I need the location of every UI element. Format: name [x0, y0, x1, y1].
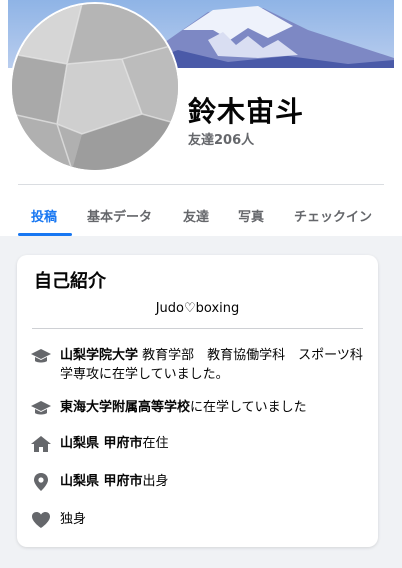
intro-item-text: 在住: [142, 436, 169, 451]
intro-card: 自己紹介 Judo♡boxing 山梨学院大学 教育学部 教育協働学科 スポーツ…: [17, 255, 378, 547]
location-pin-icon: [30, 472, 52, 492]
intro-item-bold[interactable]: 山梨県 甲府市: [60, 474, 143, 489]
intro-item-text: 独身: [60, 512, 87, 527]
intro-item-bold[interactable]: 山梨県 甲府市: [60, 436, 143, 451]
active-tab-indicator: [18, 233, 72, 236]
intro-item-bold[interactable]: 東海大学附属高等学校: [60, 400, 190, 415]
intro-title: 自己紹介: [34, 271, 106, 292]
graduation-cap-icon: [30, 346, 52, 366]
header-divider: [18, 184, 384, 185]
tab-posts[interactable]: 投稿: [31, 206, 57, 225]
heart-icon: [30, 510, 52, 530]
tab-about[interactable]: 基本データ: [87, 206, 152, 225]
intro-divider: [32, 328, 363, 329]
profile-header: 鈴木宙斗 友達206人 投稿 基本データ 友達 写真 チェックイン: [0, 0, 402, 236]
intro-item-text: に在学していました: [190, 400, 307, 415]
intro-item-text: 出身: [142, 474, 169, 489]
profile-tabs: 投稿 基本データ 友達 写真 チェックイン: [0, 190, 402, 236]
tab-photos[interactable]: 写真: [238, 206, 264, 225]
intro-bio: Judo♡boxing: [155, 301, 240, 316]
home-icon: [30, 434, 52, 454]
graduation-cap-icon: [30, 398, 52, 418]
friends-count[interactable]: 友達206人: [188, 129, 254, 148]
tab-friends[interactable]: 友達: [183, 206, 209, 225]
tab-checkins[interactable]: チェックイン: [294, 206, 372, 225]
profile-avatar[interactable]: [10, 2, 180, 172]
intro-item-bold[interactable]: 山梨学院大学: [60, 348, 138, 363]
profile-name: 鈴木宙斗: [188, 95, 305, 128]
